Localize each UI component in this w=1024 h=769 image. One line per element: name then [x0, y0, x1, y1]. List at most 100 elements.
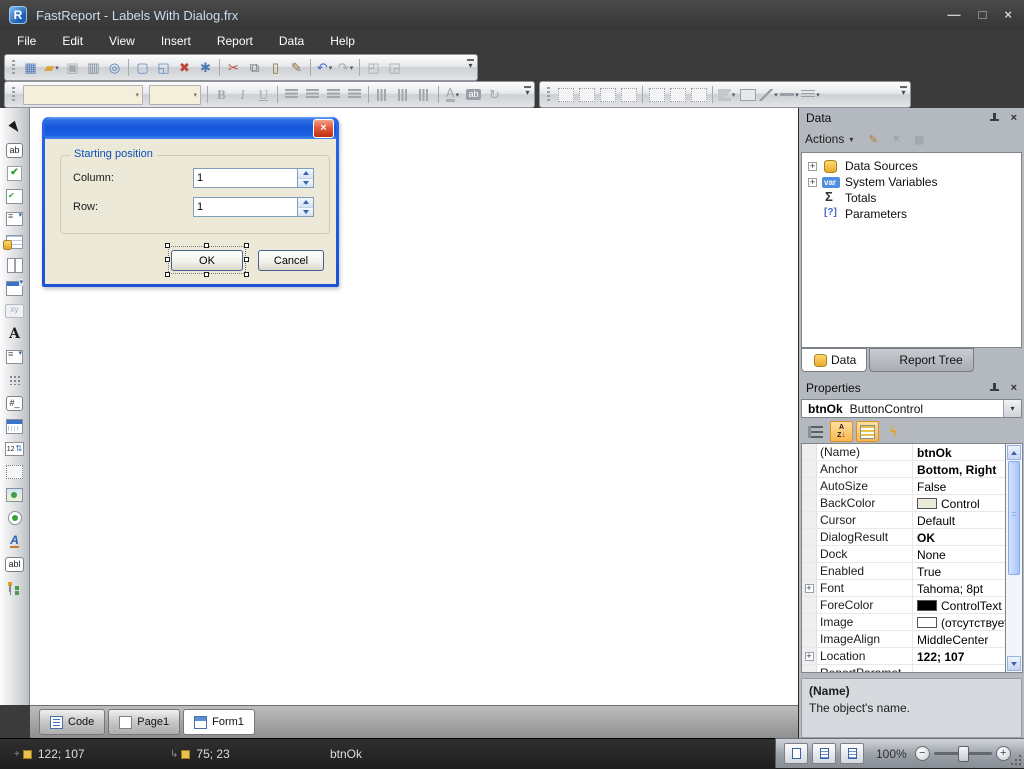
- prop-dock[interactable]: + Dock None: [802, 546, 1005, 563]
- tree-item-system-variables[interactable]: + System Variables: [802, 174, 1021, 190]
- menu-view[interactable]: View: [96, 31, 148, 51]
- toolbar-grip[interactable]: [12, 87, 15, 103]
- line-color-button[interactable]: ▾: [758, 85, 779, 105]
- clear-format-button[interactable]: ↻▾: [484, 85, 505, 105]
- checkbox-control-tool[interactable]: ✔▾: [4, 163, 26, 183]
- close-icon[interactable]: ×: [1011, 112, 1017, 124]
- numeric-updown[interactable]: 1: [193, 197, 314, 217]
- menu-edit[interactable]: Edit: [49, 31, 96, 51]
- close-icon[interactable]: ×: [1011, 382, 1017, 394]
- new-dialog-button[interactable]: ◱▾: [153, 58, 174, 78]
- prop-name[interactable]: + (Name) btnOk: [802, 444, 1005, 461]
- zoom-slider[interactable]: [934, 752, 992, 755]
- resize-handle[interactable]: [244, 272, 249, 277]
- pin-icon[interactable]: [990, 112, 999, 124]
- design-canvas[interactable]: × Starting position Column: 1: [30, 108, 798, 705]
- prop-dialogresult[interactable]: + DialogResult OK: [802, 529, 1005, 546]
- choose-data-icon[interactable]: ▦: [910, 131, 928, 147]
- masked-textbox-control-tool[interactable]: #_▾: [4, 393, 26, 413]
- scroll-thumb[interactable]: [1008, 461, 1020, 575]
- prop-backcolor[interactable]: + BackColor Control: [802, 495, 1005, 512]
- starting-position-groupbox[interactable]: Starting position Column: 1 Row:: [60, 155, 330, 234]
- save-button[interactable]: ▣▾: [62, 58, 83, 78]
- prop-font[interactable]: + Font Tahoma; 8pt: [802, 580, 1005, 597]
- property-grid-scrollbar[interactable]: [1006, 443, 1023, 673]
- border-bottom-button[interactable]: ▾: [576, 85, 597, 105]
- valign-bottom-button[interactable]: ▾: [414, 85, 435, 105]
- resize-handle[interactable]: [244, 243, 249, 248]
- toolbar-grip[interactable]: [547, 87, 550, 103]
- dialog-close-icon[interactable]: ×: [313, 119, 334, 138]
- undo-button[interactable]: ↶▾: [314, 58, 335, 78]
- resize-handle[interactable]: [204, 272, 209, 277]
- redo-button[interactable]: ↷▾: [335, 58, 356, 78]
- prop-cursor[interactable]: + Cursor Default: [802, 512, 1005, 529]
- groupbox-control-tool[interactable]: xy▾: [4, 301, 26, 321]
- close-button[interactable]: ×: [1004, 7, 1012, 22]
- masked-edit-control-tool[interactable]: ▾: [4, 370, 26, 390]
- picturebox-control-tool[interactable]: ▾: [4, 485, 26, 505]
- italic-button[interactable]: I▾: [232, 85, 253, 105]
- fill-style-button[interactable]: ▾: [737, 85, 758, 105]
- numeric-updown[interactable]: 1: [193, 168, 314, 188]
- toolbar-overflow-button[interactable]: ▾: [523, 86, 532, 96]
- tab-report-tree[interactable]: Report Tree: [869, 348, 973, 372]
- preview-button[interactable]: ◎▾: [104, 58, 125, 78]
- maximize-button[interactable]: □: [979, 7, 987, 22]
- toolbar-grip[interactable]: [12, 60, 15, 76]
- panel-control-tool[interactable]: ▾: [4, 462, 26, 482]
- edit-datasource-icon[interactable]: ✎: [864, 131, 882, 147]
- delete-icon[interactable]: ×: [887, 131, 905, 147]
- print-button[interactable]: ▥▾: [83, 58, 104, 78]
- cut-button[interactable]: ✂▾: [223, 58, 244, 78]
- valign-center-button[interactable]: ▾: [393, 85, 414, 105]
- object-selector[interactable]: btnOk ButtonControl ▾: [801, 399, 1022, 418]
- tree-item-parameters[interactable]: + Parameters: [802, 206, 1021, 222]
- resize-handle[interactable]: [204, 243, 209, 248]
- spin-up-icon[interactable]: [298, 198, 313, 208]
- valign-top-button[interactable]: ▾: [372, 85, 393, 105]
- ungroup-button[interactable]: ◲▾: [384, 58, 405, 78]
- listview-control-tool[interactable]: ▾: [4, 347, 26, 367]
- richtext-control-tool[interactable]: A▾: [4, 531, 26, 551]
- treeview-control-tool[interactable]: ▾: [4, 577, 26, 597]
- line-width-button[interactable]: ▾: [800, 85, 821, 105]
- border-right-button[interactable]: ▾: [618, 85, 639, 105]
- toolbar-overflow-button[interactable]: ▾: [899, 86, 908, 96]
- menu-help[interactable]: Help: [317, 31, 368, 51]
- data-grid-control-tool[interactable]: ▾: [4, 232, 26, 252]
- expand-icon[interactable]: +: [808, 178, 817, 187]
- fill-color-button[interactable]: ▾: [716, 85, 737, 105]
- highlight-button[interactable]: ab▾: [463, 85, 484, 105]
- scroll-down-icon[interactable]: [1007, 656, 1021, 671]
- scroll-up-icon[interactable]: [1007, 445, 1021, 460]
- resize-handle[interactable]: [165, 243, 170, 248]
- resize-grip[interactable]: [1011, 755, 1021, 765]
- align-center-button[interactable]: ▾: [302, 85, 323, 105]
- border-all-button[interactable]: ▾: [646, 85, 667, 105]
- button-control-tool[interactable]: ab▾: [4, 140, 26, 160]
- ok-button-selection[interactable]: OK: [165, 243, 249, 277]
- format-painter-button[interactable]: ✎▾: [286, 58, 307, 78]
- underline-button[interactable]: U▾: [253, 85, 274, 105]
- datetime-picker-control-tool[interactable]: ▾: [4, 278, 26, 298]
- prop-enabled[interactable]: + Enabled True: [802, 563, 1005, 580]
- resize-handle[interactable]: [244, 257, 249, 262]
- align-justify-button[interactable]: ▾: [344, 85, 365, 105]
- ok-button[interactable]: OK: [171, 250, 243, 271]
- align-left-button[interactable]: ▾: [281, 85, 302, 105]
- tree-item-totals[interactable]: + Totals: [802, 190, 1021, 206]
- new-report-button[interactable]: ▦▾: [20, 58, 41, 78]
- expand-icon[interactable]: +: [808, 162, 817, 171]
- align-right-button[interactable]: ▾: [323, 85, 344, 105]
- paste-button[interactable]: ▯▾: [265, 58, 286, 78]
- numeric-updown-control-tool[interactable]: 12▾: [4, 439, 26, 459]
- tab-page1[interactable]: Page1: [108, 709, 180, 735]
- tree-item-data-sources[interactable]: + Data Sources: [802, 158, 1021, 174]
- menu-report[interactable]: Report: [204, 31, 266, 51]
- delete-page-button[interactable]: ✖▾: [174, 58, 195, 78]
- events-view-button[interactable]: ϟ: [882, 421, 905, 442]
- radiobutton-control-tool[interactable]: ▾: [4, 508, 26, 528]
- zoom-in-button[interactable]: +: [996, 746, 1011, 761]
- expand-icon[interactable]: +: [805, 584, 814, 593]
